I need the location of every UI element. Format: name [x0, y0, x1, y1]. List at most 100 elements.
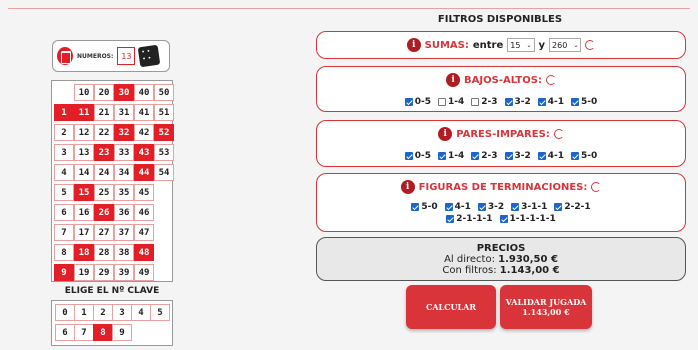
checkbox[interactable] — [471, 152, 480, 160]
figuras-option[interactable]: 4-1 — [444, 202, 471, 212]
number-cell-41[interactable]: 41 — [134, 104, 154, 121]
checkbox[interactable] — [477, 203, 486, 211]
checkbox[interactable] — [437, 98, 446, 106]
checkbox[interactable] — [404, 98, 413, 106]
clave-cell-8[interactable]: 8 — [93, 324, 113, 341]
number-cell-31[interactable]: 31 — [114, 104, 134, 121]
number-cell-50[interactable]: 50 — [154, 84, 174, 101]
number-cell-12[interactable]: 12 — [74, 124, 94, 141]
refresh-icon[interactable] — [585, 40, 596, 50]
number-cell-44[interactable]: 44 — [134, 164, 154, 181]
checkbox[interactable] — [571, 152, 580, 160]
clave-cell-1[interactable]: 1 — [74, 304, 94, 321]
number-cell-23[interactable]: 23 — [94, 144, 114, 161]
info-icon[interactable]: i — [438, 127, 453, 141]
dice-icon[interactable] — [138, 44, 161, 68]
number-cell-19[interactable]: 19 — [74, 264, 94, 281]
number-cell-37[interactable]: 37 — [114, 224, 134, 241]
number-cell-15[interactable]: 15 — [74, 184, 94, 201]
bajos-altos-option[interactable]: 2-3 — [471, 97, 498, 107]
number-cell-13[interactable]: 13 — [74, 144, 94, 161]
figuras-option[interactable]: 5-0 — [411, 202, 438, 212]
number-cell-4[interactable]: 4 — [54, 164, 74, 181]
number-cell-38[interactable]: 38 — [114, 244, 134, 261]
number-cell-2[interactable]: 2 — [54, 124, 74, 141]
figuras-option[interactable]: 2-1-1-1 — [446, 214, 493, 224]
number-cell-28[interactable]: 28 — [94, 244, 114, 261]
number-cell-25[interactable]: 25 — [94, 184, 114, 201]
number-cell-47[interactable]: 47 — [134, 224, 154, 241]
number-cell-49[interactable]: 49 — [134, 264, 154, 281]
number-cell-51[interactable]: 51 — [154, 104, 174, 121]
trash-icon[interactable] — [57, 47, 73, 65]
refresh-icon[interactable] — [591, 182, 602, 192]
checkbox[interactable] — [404, 152, 413, 160]
checkbox[interactable] — [537, 98, 546, 106]
number-cell-18[interactable]: 18 — [74, 244, 94, 261]
info-icon[interactable]: i — [446, 73, 461, 87]
number-cell-48[interactable]: 48 — [134, 244, 154, 261]
number-cell-40[interactable]: 40 — [134, 84, 154, 101]
number-cell-53[interactable]: 53 — [154, 144, 174, 161]
checkbox[interactable] — [437, 152, 446, 160]
clave-cell-4[interactable]: 4 — [131, 304, 151, 321]
number-cell-52[interactable]: 52 — [154, 124, 174, 141]
bajos-altos-option[interactable]: 1-4 — [437, 97, 464, 107]
number-cell-26[interactable]: 26 — [94, 204, 114, 221]
bajos-altos-option[interactable]: 0-5 — [404, 97, 431, 107]
number-cell-3[interactable]: 3 — [54, 144, 74, 161]
number-cell-10[interactable]: 10 — [74, 84, 94, 101]
number-cell-54[interactable]: 54 — [154, 164, 174, 181]
number-cell-17[interactable]: 17 — [74, 224, 94, 241]
bajos-altos-option[interactable]: 4-1 — [537, 97, 564, 107]
number-cell-7[interactable]: 7 — [54, 224, 74, 241]
pares-impares-option[interactable]: 2-3 — [471, 151, 498, 161]
number-cell-24[interactable]: 24 — [94, 164, 114, 181]
checkbox[interactable] — [504, 98, 513, 106]
number-cell-20[interactable]: 20 — [94, 84, 114, 101]
number-cell-34[interactable]: 34 — [114, 164, 134, 181]
checkbox[interactable] — [537, 152, 546, 160]
checkbox[interactable] — [571, 98, 580, 106]
clave-cell-7[interactable]: 7 — [74, 324, 94, 341]
checkbox[interactable] — [471, 98, 480, 106]
number-cell-30[interactable]: 30 — [114, 84, 134, 101]
figuras-option[interactable]: 1-1-1-1-1 — [499, 214, 556, 224]
number-cell-27[interactable]: 27 — [94, 224, 114, 241]
clave-cell-6[interactable]: 6 — [55, 324, 75, 341]
info-icon[interactable]: i — [406, 38, 421, 52]
number-cell-6[interactable]: 6 — [54, 204, 74, 221]
number-cell-33[interactable]: 33 — [114, 144, 134, 161]
pares-impares-option[interactable]: 3-2 — [504, 151, 531, 161]
pares-impares-option[interactable]: 0-5 — [404, 151, 431, 161]
clave-cell-9[interactable]: 9 — [112, 324, 132, 341]
calcular-button[interactable]: CALCULAR — [406, 285, 496, 329]
figuras-option[interactable]: 3-2 — [477, 202, 504, 212]
info-icon[interactable]: i — [400, 180, 415, 194]
checkbox[interactable] — [554, 203, 563, 211]
pares-impares-option[interactable]: 5-0 — [571, 151, 597, 161]
number-cell-1[interactable]: 1 — [54, 104, 74, 121]
figuras-option[interactable]: 3-1-1 — [511, 202, 547, 212]
number-cell-29[interactable]: 29 — [94, 264, 114, 281]
clave-cell-0[interactable]: 0 — [55, 304, 75, 321]
number-cell-45[interactable]: 45 — [134, 184, 154, 201]
number-cell-8[interactable]: 8 — [54, 244, 74, 261]
checkbox[interactable] — [511, 203, 520, 211]
validar-jugada-button[interactable]: VALIDAR JUGADA 1.143,00 € — [500, 285, 592, 329]
number-cell-5[interactable]: 5 — [54, 184, 74, 201]
number-cell-21[interactable]: 21 — [94, 104, 114, 121]
number-cell-46[interactable]: 46 — [134, 204, 154, 221]
number-cell-42[interactable]: 42 — [134, 124, 154, 141]
clave-cell-5[interactable]: 5 — [150, 304, 170, 321]
number-cell-35[interactable]: 35 — [114, 184, 134, 201]
checkbox[interactable] — [411, 203, 420, 211]
sumas-from-select[interactable]: 15 ⌄ — [507, 38, 535, 52]
number-cell-22[interactable]: 22 — [94, 124, 114, 141]
clave-cell-3[interactable]: 3 — [112, 304, 132, 321]
checkbox[interactable] — [504, 152, 513, 160]
pares-impares-option[interactable]: 4-1 — [537, 151, 564, 161]
pares-impares-option[interactable]: 1-4 — [437, 151, 464, 161]
number-cell-9[interactable]: 9 — [54, 264, 74, 281]
number-cell-14[interactable]: 14 — [74, 164, 94, 181]
